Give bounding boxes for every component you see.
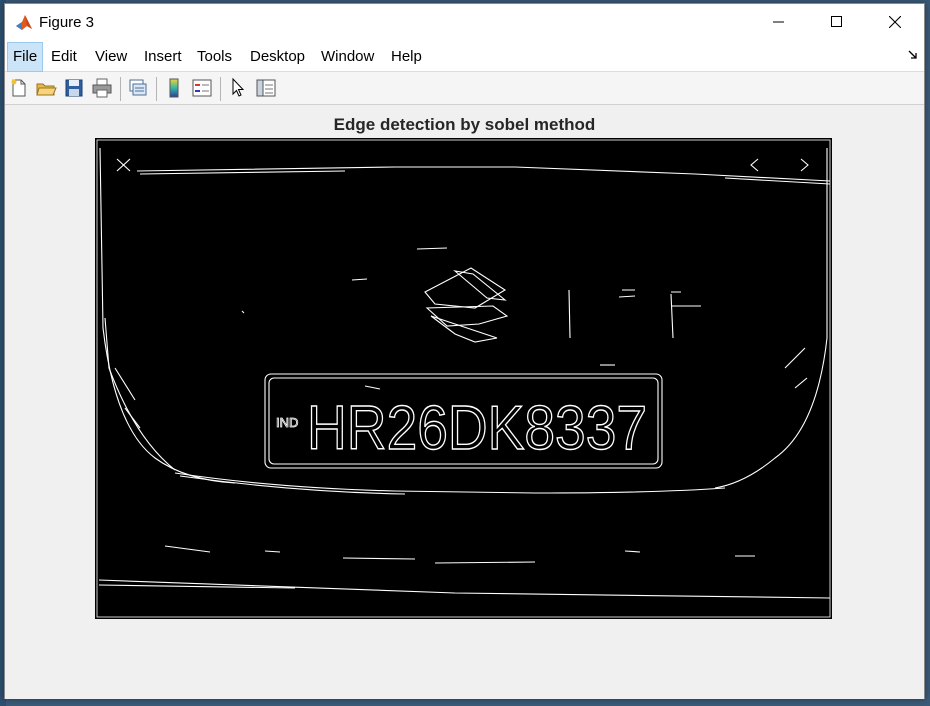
maximize-icon [831, 16, 842, 27]
open-file-icon[interactable] [35, 77, 57, 99]
menu-file[interactable]: File [7, 42, 44, 72]
close-button[interactable] [872, 4, 918, 40]
menu-bar: File Edit View Insert Tools Desktop Wind… [5, 42, 924, 72]
figure-toolbar [5, 72, 924, 105]
property-inspector-icon[interactable] [255, 77, 277, 99]
maximize-button[interactable] [814, 4, 860, 40]
legend-icon[interactable] [191, 77, 213, 99]
colorbar-icon[interactable] [163, 77, 185, 99]
minimize-icon [773, 21, 784, 23]
matlab-icon [16, 15, 32, 30]
menu-tools[interactable]: Tools [192, 42, 237, 72]
menu-edit[interactable]: Edit [46, 42, 82, 72]
window-title: Figure 3 [39, 14, 95, 31]
figure-canvas: Edge detection by sobel method IND HR26D… [5, 105, 924, 699]
save-icon[interactable] [63, 77, 85, 99]
menu-desktop[interactable]: Desktop [245, 42, 310, 72]
pointer-icon[interactable] [227, 77, 249, 99]
dock-figure-icon[interactable] [908, 50, 918, 60]
menu-window[interactable]: Window [316, 42, 379, 72]
minimize-button[interactable] [756, 4, 802, 40]
menu-insert[interactable]: Insert [139, 42, 187, 72]
toolbar-separator [120, 77, 121, 101]
close-icon [889, 16, 901, 28]
print-icon[interactable] [91, 77, 113, 99]
menu-help[interactable]: Help [386, 42, 427, 72]
plate-number: HR26DK8337 [307, 394, 647, 463]
new-figure-icon[interactable] [8, 77, 30, 99]
figure-window: Figure 3 File Edit View Insert Tools Des… [4, 3, 925, 699]
image-axes[interactable]: IND HR26DK8337 [95, 138, 832, 619]
menu-view[interactable]: View [90, 42, 132, 72]
figure-title: Edge detection by sobel method [333, 115, 596, 134]
sobel-edge-image: IND HR26DK8337 [96, 139, 831, 618]
plate-prefix: IND [276, 415, 298, 430]
title-bar[interactable]: Figure 3 [5, 4, 924, 42]
toolbar-separator [156, 77, 157, 101]
link-plot-icon[interactable] [127, 77, 149, 99]
toolbar-separator [220, 77, 221, 101]
